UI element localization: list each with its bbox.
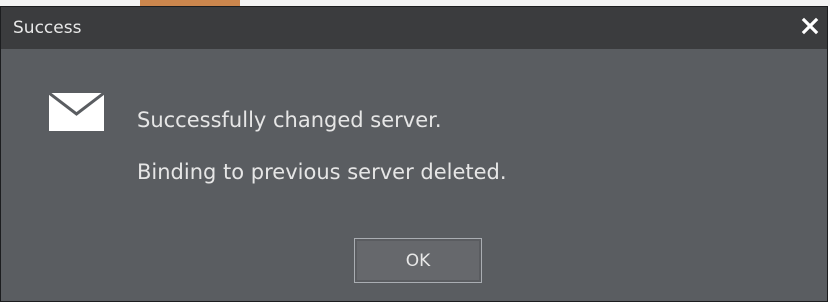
ok-button[interactable]: OK (354, 238, 482, 283)
close-icon (801, 17, 819, 35)
envelope-icon (49, 93, 104, 131)
message-line-1: Successfully changed server. (137, 108, 442, 132)
message-line-2: Binding to previous server deleted. (137, 160, 507, 184)
success-dialog: Success Successfully changed server. Bin… (0, 6, 828, 302)
dialog-title: Success (13, 18, 82, 38)
close-button[interactable] (799, 15, 821, 37)
dialog-titlebar: Success (1, 7, 827, 49)
dialog-content: Successfully changed server. Binding to … (1, 49, 827, 301)
